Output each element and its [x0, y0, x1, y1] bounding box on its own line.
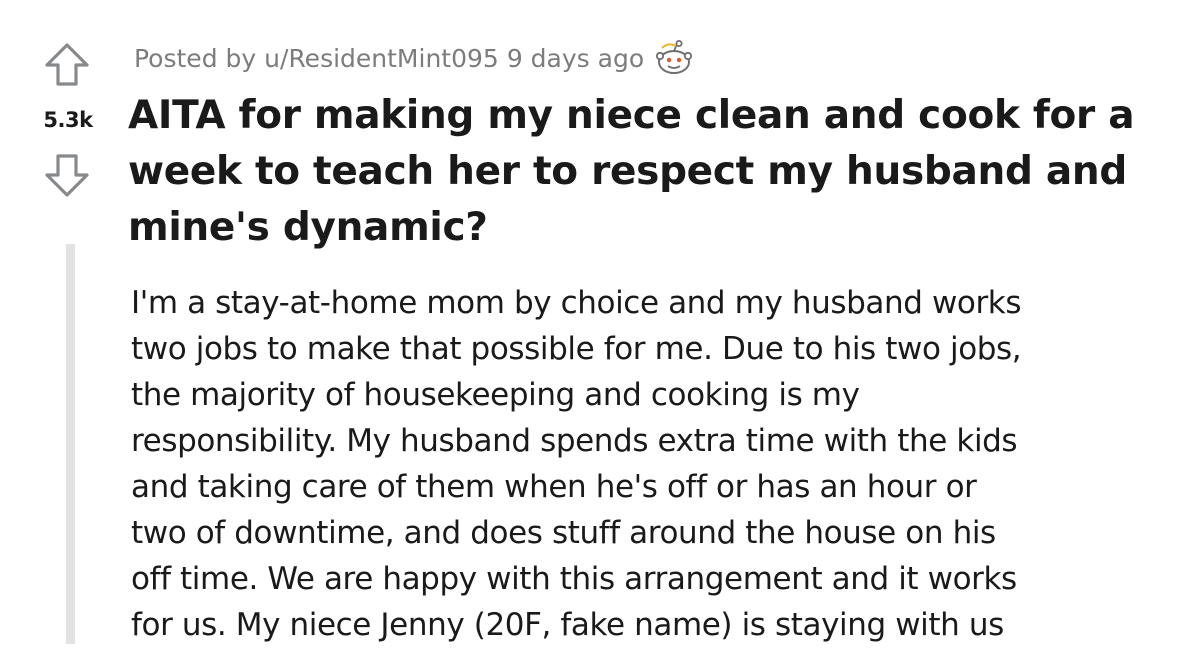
post-title[interactable]: AITA for making my niece clean and cook … [128, 88, 1188, 256]
downvote-arrow-icon[interactable] [44, 152, 90, 198]
thread-line[interactable] [66, 244, 75, 644]
post-body: I'm a stay-at-home mom by choice and my … [131, 280, 1191, 648]
post-body-line: responsibility. My husband spends extra … [131, 423, 1018, 459]
post-body-line: off time. We are happy with this arrange… [131, 561, 1017, 597]
post-body-line: two jobs to make that possible for me. D… [131, 331, 1022, 367]
post-body-line: and taking care of them when he's off or… [131, 469, 977, 505]
post-meta: Posted by u/ResidentMint095 9 days ago [134, 38, 694, 78]
wholesome-award-icon[interactable] [654, 40, 694, 76]
post-body-line: I'm a stay-at-home mom by choice and my … [131, 285, 1022, 321]
vote-score: 5.3k [43, 108, 93, 132]
post-age: 9 days ago [506, 43, 645, 73]
post-body-line: two of downtime, and does stuff around t… [131, 515, 996, 551]
post-body-line: the majority of housekeeping and cooking… [131, 377, 860, 413]
vote-column: 5.3k [0, 0, 130, 644]
posted-by-label: Posted by [134, 43, 257, 73]
post-body-line: for us. My niece Jenny (20F, fake name) … [131, 607, 1004, 643]
upvote-arrow-icon[interactable] [44, 42, 90, 88]
author-link[interactable]: u/ResidentMint095 [264, 44, 499, 73]
